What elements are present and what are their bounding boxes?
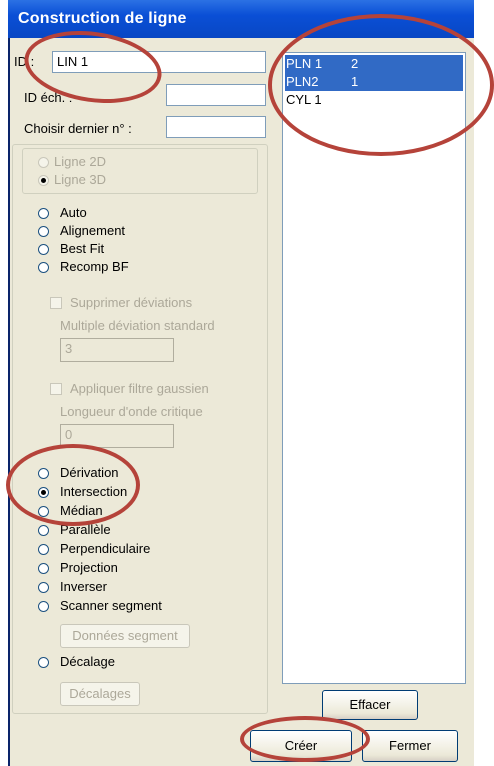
auto-label: Auto — [60, 205, 87, 220]
median-label: Médian — [60, 503, 103, 518]
creer-button[interactable]: Créer — [250, 730, 352, 762]
radio-recomp-bf[interactable] — [38, 262, 49, 273]
best-fit-label: Best Fit — [60, 241, 105, 256]
id-input[interactable]: LIN 1 — [52, 51, 266, 73]
radio-ligne-2d[interactable] — [38, 157, 49, 168]
radio-derivation[interactable] — [38, 468, 49, 479]
radio-ligne-3d[interactable] — [38, 175, 49, 186]
list-item[interactable]: PLN2 1 — [285, 73, 463, 91]
multiple-deviation-label: Multiple déviation standard — [60, 318, 215, 333]
effacer-button[interactable]: Effacer — [322, 690, 418, 720]
alignement-label: Alignement — [60, 223, 126, 238]
feature-count: 1 — [351, 74, 359, 89]
feature-list[interactable]: PLN 1 2 PLN2 1 CYL 1 — [282, 52, 466, 684]
supprimer-deviations-label: Supprimer déviations — [70, 295, 193, 310]
dialog-title: Construction de ligne — [18, 10, 187, 27]
id-label: ID : — [14, 54, 35, 69]
radio-best-fit[interactable] — [38, 244, 49, 255]
inverser-label: Inverser — [60, 579, 107, 594]
appliquer-filtre-gaussien-checkbox[interactable] — [50, 383, 62, 395]
recomp-bf-label: Recomp BF — [60, 259, 129, 274]
radio-perpendiculaire[interactable] — [38, 544, 49, 555]
derivation-label: Dérivation — [60, 465, 119, 480]
radio-median[interactable] — [38, 506, 49, 517]
appliquer-filtre-gaussien-label: Appliquer filtre gaussien — [70, 381, 209, 396]
radio-auto[interactable] — [38, 208, 49, 219]
radio-scanner-segment[interactable] — [38, 601, 49, 612]
feature-name: CYL 1 — [286, 92, 322, 107]
decalage-label: Décalage — [60, 654, 115, 669]
feature-name: PLN2 — [286, 74, 319, 89]
parallele-label: Parallèle — [60, 522, 111, 537]
scanner-segment-label: Scanner segment — [60, 598, 162, 613]
radio-decalage[interactable] — [38, 657, 49, 668]
list-item[interactable]: CYL 1 — [285, 91, 463, 109]
ligne-3d-label: Ligne 3D — [54, 172, 107, 187]
ligne-2d-label: Ligne 2D — [54, 154, 107, 169]
supprimer-deviations-checkbox[interactable] — [50, 297, 62, 309]
multiple-deviation-input[interactable]: 3 — [60, 338, 174, 362]
choisir-dernier-label: Choisir dernier n° : — [24, 121, 132, 136]
list-item[interactable]: PLN 1 2 — [285, 55, 463, 73]
radio-alignement[interactable] — [38, 226, 49, 237]
id-ech-label: ID éch. : — [24, 90, 73, 105]
longueur-onde-input[interactable]: 0 — [60, 424, 174, 448]
feature-count: 2 — [351, 56, 359, 71]
perpendiculaire-label: Perpendiculaire — [60, 541, 151, 556]
intersection-label: Intersection — [60, 484, 128, 499]
fermer-button[interactable]: Fermer — [362, 730, 458, 762]
radio-parallele[interactable] — [38, 525, 49, 536]
projection-label: Projection — [60, 560, 118, 575]
id-ech-input[interactable] — [166, 84, 266, 106]
radio-inverser[interactable] — [38, 582, 49, 593]
decalages-button[interactable]: Décalages — [60, 682, 140, 706]
donnees-segment-button[interactable]: Données segment — [60, 624, 190, 648]
radio-intersection[interactable] — [38, 487, 49, 498]
feature-name: PLN 1 — [286, 56, 323, 71]
radio-projection[interactable] — [38, 563, 49, 574]
longueur-onde-label: Longueur d'onde critique — [60, 404, 203, 419]
choisir-dernier-input[interactable] — [166, 116, 266, 138]
